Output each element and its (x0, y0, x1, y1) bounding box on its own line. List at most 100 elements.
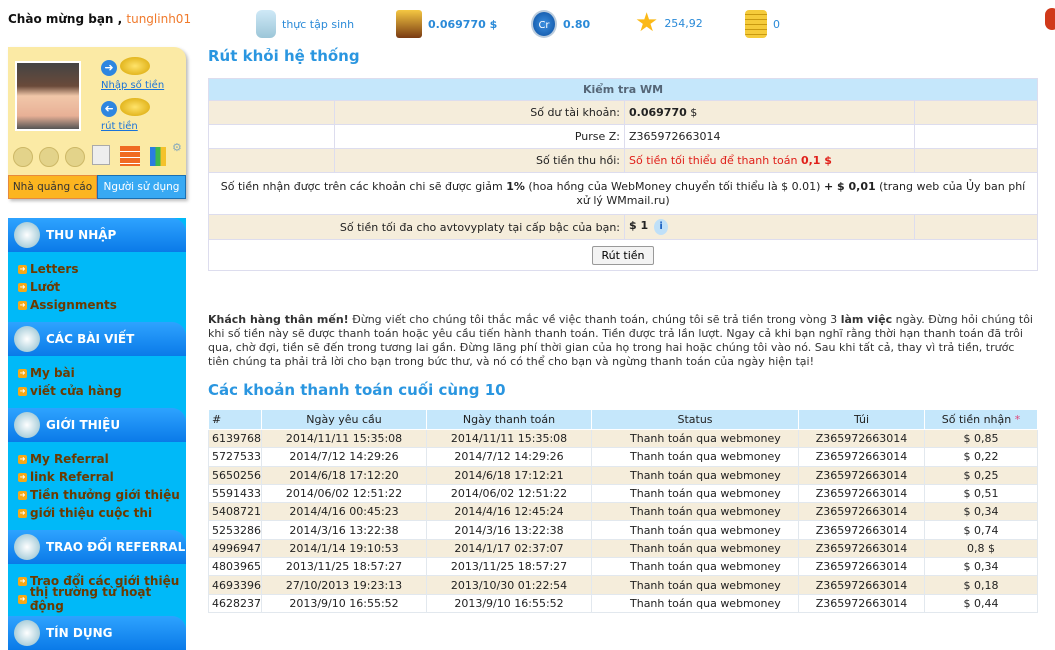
amount-cell: 0,8 $ (924, 538, 1038, 559)
payment-id-cell: 4628237 (208, 593, 262, 613)
section-title: TÍN DỤNG (46, 626, 113, 640)
amount-cell: $ 0,22 (924, 447, 1038, 467)
menu-item[interactable]: ➜ thị trường từ hoạt động (18, 585, 186, 613)
request-date-cell: 2014/1/14 19:10:53 (261, 538, 427, 559)
bullet-arrow-icon: ➜ (18, 508, 27, 518)
menu-section-header[interactable]: CÁC BÀI VIẾT (8, 322, 186, 356)
max-value: $ 1i (624, 214, 915, 240)
balance-value: 0.069770 $ (624, 100, 915, 125)
menu-item[interactable]: ➜ My Referral (18, 450, 186, 468)
amount-cell: $ 0,18 (924, 575, 1038, 595)
menu-item[interactable]: ➜ giới thiệu cuộc thi (18, 504, 186, 522)
bullet-arrow-icon: ➜ (18, 594, 27, 604)
purse-cell: Z365972663014 (798, 538, 925, 559)
status-cell: Thanh toán qua webmoney (591, 538, 799, 559)
payment-id-cell: 4996947 (208, 538, 262, 559)
payment-id-cell: 5591433 (208, 483, 262, 504)
request-date-cell: 2014/3/16 13:22:38 (261, 520, 427, 540)
coins-text: 0 (773, 17, 780, 31)
balance-stat: 0.069770 $ (396, 10, 497, 38)
purse-value: Z365972663014 (624, 124, 915, 149)
gear-icon[interactable]: ⚙ (172, 141, 182, 154)
payment-id-cell: 4803965 (208, 557, 262, 577)
bullet-arrow-icon: ➜ (18, 282, 27, 292)
table-row: 5253286 2014/3/16 13:22:38 2014/3/16 13:22… (208, 520, 1038, 540)
bullet-arrow-icon: ➜ (18, 368, 27, 378)
medal-icon (13, 147, 33, 167)
bullet-arrow-icon: ➜ (18, 490, 27, 500)
menu-item[interactable]: ➜ Lướt (18, 278, 186, 296)
status-cell: Thanh toán qua webmoney (591, 593, 799, 613)
request-date-cell: 2014/4/16 00:45:23 (261, 502, 427, 522)
customer-note: Khách hàng thân mến! Đừng viết cho chúng… (208, 313, 1033, 368)
col-amount: Số tiền nhận * (924, 409, 1038, 430)
menu-item[interactable]: ➜ Letters (18, 260, 186, 278)
amount-cell: $ 0,85 (924, 428, 1038, 449)
menu-item[interactable]: ➜ My bài (18, 364, 186, 382)
fee-note: Số tiền nhận được trên các khoản chi sẽ … (208, 172, 1038, 215)
payment-id-cell: 5408721 (208, 502, 262, 522)
payment-date-cell: 2013/10/30 01:22:54 (426, 575, 592, 595)
coins-stat: 0 (745, 10, 780, 38)
bullet-arrow-icon: ➜ (18, 454, 27, 464)
menu-item-label: My Referral (30, 452, 109, 466)
tab-advertiser[interactable]: Nhà quảng cáo (8, 175, 97, 199)
arrow-left-icon: ➜ (101, 101, 117, 117)
payment-date-cell: 2014/3/16 13:22:38 (426, 520, 592, 540)
status-cell: Thanh toán qua webmoney (591, 502, 799, 522)
request-date-cell: 2013/11/25 18:57:27 (261, 557, 427, 577)
chart-icon[interactable] (150, 147, 166, 166)
deposit-link[interactable]: Nhập số tiền (101, 80, 164, 91)
request-date-cell: 27/10/2013 19:23:13 (261, 575, 427, 595)
menu-item[interactable]: ➜ viết cửa hàng (18, 382, 186, 400)
col-payment-date: Ngày thanh toán (426, 409, 592, 430)
tab-user[interactable]: Người sử dụng (97, 175, 186, 199)
menu-item-label: giới thiệu cuộc thi (30, 506, 153, 520)
info-icon[interactable]: i (654, 219, 669, 235)
table-row: 5591433 2014/06/02 12:51:22 2014/06/02 12:… (208, 483, 1038, 504)
coins-icon (745, 10, 767, 38)
amount-cell: $ 0,74 (924, 520, 1038, 540)
withdraw-link[interactable]: rút tiền (101, 121, 138, 132)
username[interactable]: tunglinh01 (126, 12, 191, 26)
status-cell: Thanh toán qua webmoney (591, 557, 799, 577)
medal-icon (39, 147, 59, 167)
bullet-arrow-icon: ➜ (18, 472, 27, 482)
menu-item[interactable]: ➜ link Referral (18, 468, 186, 486)
wm-check-table: Kiểm tra WM Số dư tài khoản: 0.069770 $ P… (208, 78, 1038, 271)
profile-box: ➜ Nhập số tiền ➜ rút tiền ⚙ Nhà quảng cá… (8, 47, 186, 199)
amount-cell: $ 0,34 (924, 557, 1038, 577)
notepad-icon[interactable] (92, 145, 110, 165)
purse-label: Purse Z: (334, 124, 625, 149)
col-status: Status (591, 409, 799, 430)
coins-icon (120, 98, 150, 116)
status-cell: Thanh toán qua webmoney (591, 520, 799, 540)
menu-item[interactable]: ➜ Assignments (18, 296, 186, 314)
section-icon (14, 222, 40, 248)
menu-section-header[interactable]: THU NHẬP (8, 218, 186, 252)
section-title: TRAO ĐỔI REFERRAL (46, 540, 186, 554)
request-date-cell: 2014/7/12 14:29:26 (261, 447, 427, 467)
menu-section-header[interactable]: GIỚI THIỆU (8, 408, 186, 442)
amount-cell: $ 0,51 (924, 483, 1038, 504)
menu-section-header[interactable]: TRAO ĐỔI REFERRAL (8, 530, 186, 564)
menu-item-label: link Referral (30, 470, 114, 484)
purse-cell: Z365972663014 (798, 447, 925, 467)
top-bar: Chào mừng bạn , tunglinh01 thực tập sinh… (0, 0, 1055, 38)
payment-id-cell: 5650256 (208, 465, 262, 485)
balance-label: Số dư tài khoản: (334, 100, 625, 125)
brick-wall-icon[interactable] (120, 146, 140, 166)
withdraw-button[interactable]: Rút tiền (592, 245, 654, 265)
status-cell: Thanh toán qua webmoney (591, 483, 799, 504)
logout-icon[interactable] (1045, 8, 1055, 30)
menu-section-header[interactable]: TÍN DỤNG (8, 616, 186, 650)
status-cell: Thanh toán qua webmoney (591, 575, 799, 595)
table-row: 4693396 27/10/2013 19:23:13 2013/10/30 01:… (208, 575, 1038, 595)
col-id: # (208, 409, 262, 430)
purse-cell: Z365972663014 (798, 502, 925, 522)
star-icon: ★ (635, 8, 659, 38)
bullet-arrow-icon: ➜ (18, 264, 27, 274)
menu-item[interactable]: ➜ Tiền thưởng giới thiệu (18, 486, 186, 504)
payment-date-cell: 2014/06/02 12:51:22 (426, 483, 592, 504)
welcome-text: Chào mừng bạn (8, 12, 114, 26)
